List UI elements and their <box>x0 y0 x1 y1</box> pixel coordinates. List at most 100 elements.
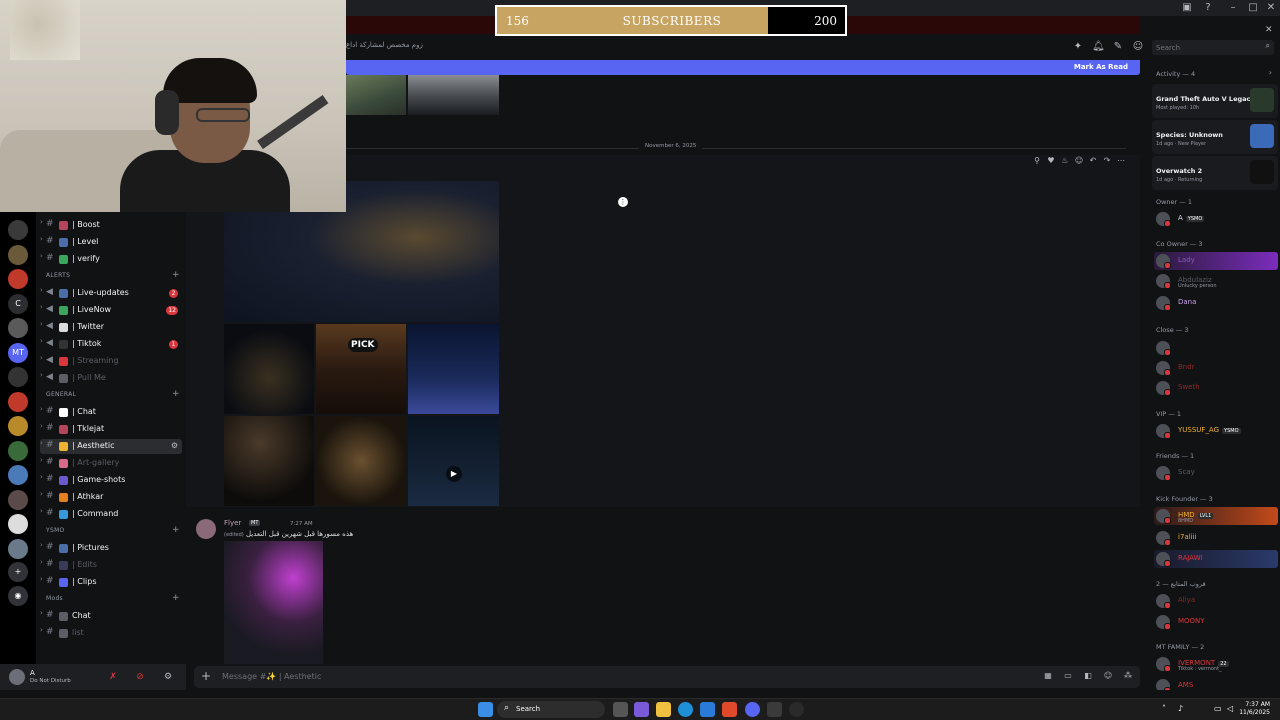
sticker-icon[interactable]: ◧ <box>1082 671 1094 680</box>
add-channel-icon[interactable]: + <box>172 389 180 399</box>
image-attachment[interactable] <box>316 416 406 506</box>
brave-icon[interactable] <box>722 702 737 717</box>
discover-icon[interactable]: ◉ <box>8 586 28 606</box>
message-author[interactable]: Flyer <box>224 519 241 527</box>
channel-settings-icon[interactable]: ⚙ <box>171 441 178 450</box>
chevron-up-icon[interactable]: ˄ <box>1162 704 1166 713</box>
search-box[interactable]: ⌕ <box>1152 40 1274 56</box>
add-channel-icon[interactable]: + <box>172 270 180 280</box>
member-item[interactable]: RAJAWI <box>1154 550 1278 568</box>
member-list-icon[interactable]: ☺ <box>1132 41 1144 53</box>
mic-muted-icon[interactable]: ✗ <box>107 671 119 683</box>
obs-icon[interactable] <box>789 702 804 717</box>
channel-item[interactable]: › # | Edits <box>40 558 182 573</box>
taskbar-search[interactable]: ⌕ Search <box>497 701 605 718</box>
channel-item[interactable]: › # | Clips <box>40 575 182 590</box>
member-item[interactable]: i7aliii <box>1154 529 1278 547</box>
forward-icon[interactable]: ↷ <box>1100 156 1114 165</box>
channel-item[interactable]: › ◀ | Twitter <box>40 320 182 335</box>
avatar[interactable] <box>9 669 25 685</box>
add-attachment-icon[interactable]: + <box>201 669 211 683</box>
server-icon[interactable] <box>8 318 28 338</box>
reply-icon[interactable]: ↶ <box>1086 156 1100 165</box>
add-channel-icon[interactable]: + <box>172 593 180 603</box>
mark-as-read-button[interactable]: Mark As Read <box>1074 63 1128 71</box>
maximize-button[interactable]: □ <box>1246 1 1260 15</box>
threads-icon[interactable]: ✦ <box>1072 41 1084 53</box>
gear-icon[interactable]: ⚙ <box>162 671 174 683</box>
server-icon[interactable] <box>8 269 28 289</box>
avatar[interactable] <box>196 519 216 539</box>
channel-item[interactable]: › ◀ | Tiktok 1 <box>40 337 182 352</box>
image-attachment[interactable] <box>346 75 406 115</box>
deafen-icon[interactable]: ⊘ <box>134 671 146 683</box>
channel-item[interactable]: › # | Command <box>40 507 182 522</box>
server-icon[interactable]: MT <box>8 342 28 363</box>
image-attachment[interactable] <box>224 324 314 414</box>
channel-item[interactable]: › ◀ | Streaming <box>40 354 182 369</box>
server-icon[interactable] <box>8 489 28 510</box>
channel-item[interactable]: › # | verify <box>40 252 182 267</box>
fire-reaction-icon[interactable]: ♨ <box>1058 156 1072 165</box>
channel-item[interactable]: › ◀ | Pull Me <box>40 371 182 386</box>
channel-item[interactable]: › # | Boost <box>40 218 182 233</box>
channel-item[interactable]: › # | Art-gallery <box>40 456 182 471</box>
channel-item[interactable]: › # | Game-shots <box>40 473 182 488</box>
channel-item[interactable]: › # | Chat <box>40 405 182 420</box>
channel-item[interactable]: › ◀ | LiveNow 12 <box>40 303 182 318</box>
close-window-button[interactable]: ✕ <box>1264 1 1278 15</box>
add-server-button[interactable]: + <box>8 562 28 582</box>
member-item[interactable]: IVERMONT 22 Tiktok : vermont_ <box>1154 655 1278 673</box>
member-item[interactable]: Dana <box>1154 294 1278 312</box>
image-attachment[interactable]: PICK <box>316 324 406 414</box>
task-view-icon[interactable] <box>613 702 628 717</box>
close-icon[interactable]: ✕ <box>1265 25 1273 35</box>
add-channel-icon[interactable]: + <box>172 525 180 535</box>
image-attachment[interactable] <box>408 75 499 115</box>
activity-card[interactable]: Overwatch 2 1d ago · Returning <box>1152 156 1278 190</box>
minimize-button[interactable]: – <box>1226 1 1240 15</box>
channel-item[interactable]: › # | Pictures <box>40 541 182 556</box>
category-header[interactable]: ALERTS + <box>46 270 180 280</box>
member-item[interactable]: Scay <box>1154 464 1278 482</box>
channel-item[interactable]: › # | Athkar <box>40 490 182 505</box>
image-attachment[interactable] <box>408 324 499 414</box>
channel-item[interactable]: › # Chat <box>40 609 182 624</box>
activity-card[interactable]: Species: Unknown 1d ago · New Player <box>1152 120 1278 154</box>
member-item[interactable]: MOONY <box>1154 613 1278 631</box>
member-item[interactable]: Abdulaziz Unlucky person <box>1154 272 1278 290</box>
server-icon[interactable] <box>8 367 28 387</box>
chevron-right-icon[interactable]: › <box>1269 68 1272 77</box>
file-explorer-icon[interactable] <box>656 702 671 717</box>
inbox-icon[interactable]: ▣ <box>1180 1 1194 15</box>
bell-icon[interactable]: 🔔︎ <box>1092 41 1105 53</box>
store-icon[interactable] <box>700 702 715 717</box>
server-icon[interactable] <box>8 220 28 240</box>
play-icon[interactable]: ▶ <box>446 466 462 482</box>
search-input[interactable] <box>1152 40 1252 56</box>
new-messages-bar[interactable]: Mark As Read <box>346 60 1140 75</box>
member-item[interactable]: HMD LVL1 8HMD <box>1154 507 1278 525</box>
server-icon[interactable] <box>8 538 28 559</box>
category-header[interactable]: GENERAL + <box>46 389 180 399</box>
member-item[interactable]: A YSMO <box>1154 210 1278 228</box>
start-icon[interactable] <box>478 702 493 717</box>
channel-item[interactable]: › ◀ | Live-updates 2 <box>40 286 182 301</box>
image-attachment[interactable] <box>224 541 323 664</box>
mic-tray-icon[interactable]: ♪ <box>1178 704 1183 713</box>
image-attachment[interactable] <box>224 416 314 506</box>
channel-item[interactable]: › # list <box>40 626 182 641</box>
discord-icon[interactable] <box>745 702 760 717</box>
message-input[interactable] <box>222 669 722 684</box>
clock[interactable]: 7:37 AM 11/6/2025 <box>1239 701 1270 717</box>
server-icon[interactable] <box>8 465 28 485</box>
pin-icon[interactable]: ✎ <box>1112 41 1124 53</box>
member-item[interactable]: Aliya <box>1154 592 1278 610</box>
channel-item[interactable]: › # | Level <box>40 235 182 250</box>
server-icon[interactable] <box>8 514 28 534</box>
gif-icon[interactable]: ▭ <box>1062 671 1074 680</box>
network-icon[interactable]: ▭ <box>1214 704 1222 713</box>
heart-reaction-icon[interactable]: ♥ <box>1044 156 1058 165</box>
server-icon[interactable] <box>8 391 28 412</box>
more-icon[interactable]: ⋯ <box>1114 156 1128 165</box>
